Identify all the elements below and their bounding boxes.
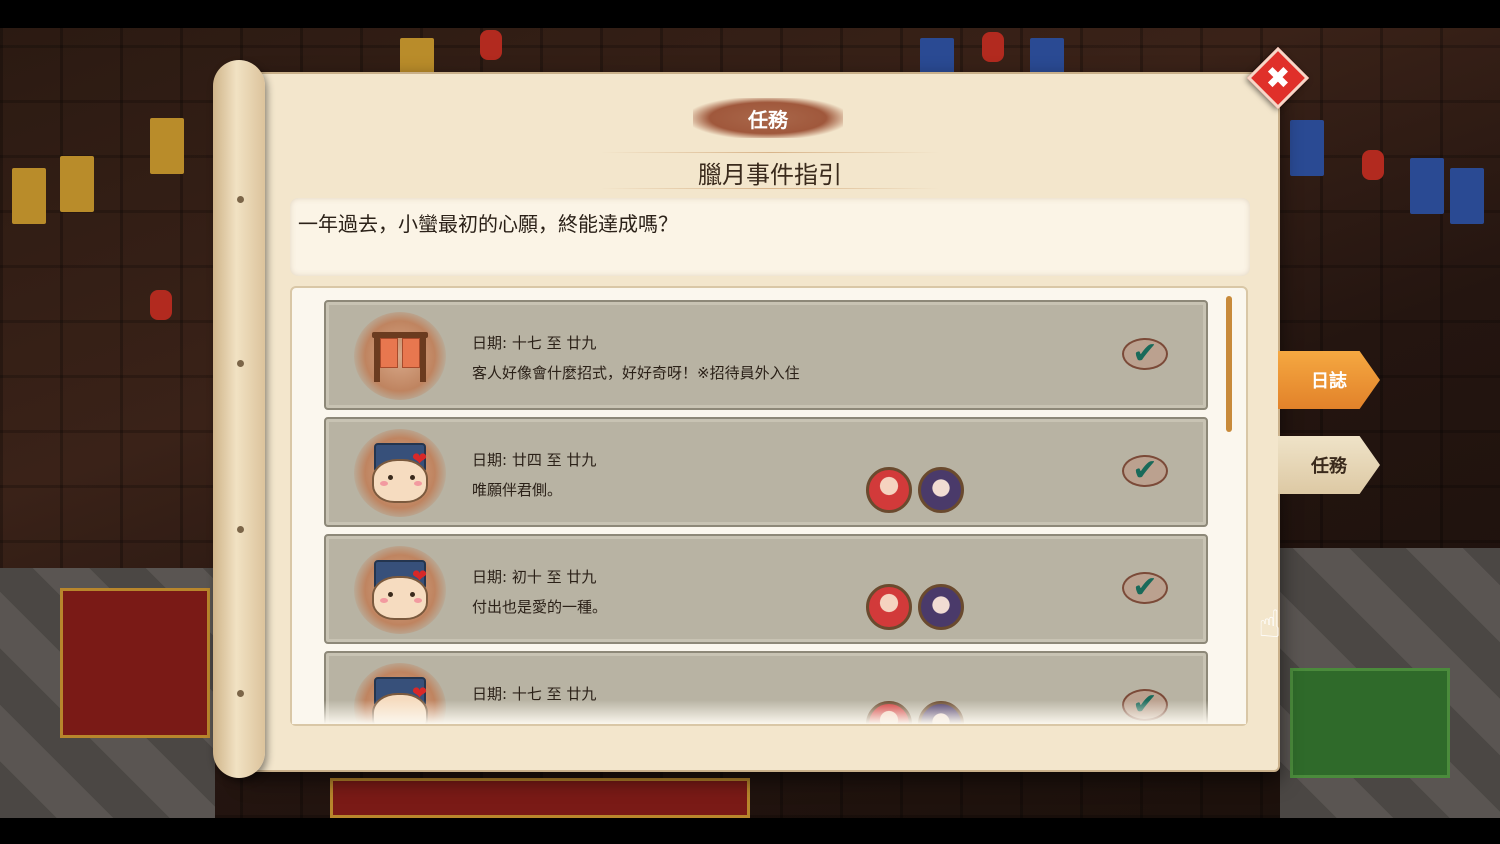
description-box: 一年過去，小蠻最初的心願，終能達成嗎？ bbox=[290, 198, 1250, 276]
task-description: 客人好像會什麼招式，好好奇呀！※招待員外入住 bbox=[472, 364, 800, 382]
task-card[interactable]: ❤ 日期: 廿四 至 廿九 唯願伴君側。 ✔ bbox=[324, 417, 1208, 527]
tab-journal[interactable]: 日誌 bbox=[1278, 351, 1380, 409]
roll-pin bbox=[237, 360, 244, 367]
close-icon: ✖ bbox=[1265, 60, 1291, 96]
roll-pin bbox=[237, 196, 244, 203]
blue-banner bbox=[1290, 120, 1324, 176]
task-card[interactable]: ❤ 日期: 初十 至 廿九 付出也是愛的一種。 ✔ bbox=[324, 534, 1208, 644]
letterbox-top bbox=[0, 0, 1500, 28]
hand-cursor-icon: ☝ bbox=[1258, 602, 1282, 646]
roll-pin bbox=[237, 690, 244, 697]
subtitle-divider bbox=[600, 188, 940, 189]
curtain-icon bbox=[354, 312, 446, 400]
panel-header: 任務 bbox=[693, 98, 843, 138]
task-card[interactable]: 日期: 十七 至 廿九 客人好像會什麼招式，好好奇呀！※招待員外入住 ✔ bbox=[324, 300, 1208, 410]
task-description: 付出也是愛的一種。 bbox=[472, 598, 608, 616]
red-hair-girl-avatar bbox=[866, 584, 912, 630]
red-lantern bbox=[480, 30, 502, 60]
scroll-roll bbox=[213, 60, 265, 778]
letterbox-bottom bbox=[0, 818, 1500, 844]
checkmark-icon: ✔ bbox=[1122, 338, 1168, 370]
red-lantern bbox=[150, 290, 172, 320]
blue-banner bbox=[1450, 168, 1484, 224]
green-carpet bbox=[1290, 668, 1450, 778]
tab-quests[interactable]: 任務 bbox=[1278, 436, 1380, 494]
list-scrollbar[interactable] bbox=[1226, 296, 1232, 432]
checkmark-icon: ✔ bbox=[1122, 455, 1168, 487]
red-carpet bbox=[60, 588, 210, 738]
task-date: 日期: 十七 至 廿九 bbox=[472, 334, 597, 352]
red-hair-girl-avatar bbox=[866, 467, 912, 513]
red-lantern bbox=[982, 32, 1004, 62]
yellow-banner bbox=[12, 168, 46, 224]
bun-hat-heart-icon: ❤ bbox=[354, 546, 446, 634]
event-subtitle: 臘月事件指引 bbox=[698, 161, 842, 189]
list-fade bbox=[292, 700, 1246, 724]
yellow-banner bbox=[150, 118, 184, 174]
task-description: 唯願伴君側。 bbox=[472, 481, 563, 499]
blue-banner bbox=[1410, 158, 1444, 214]
description-text: 一年過去，小蠻最初的心願，終能達成嗎？ bbox=[298, 212, 678, 236]
red-carpet bbox=[330, 778, 750, 818]
red-lantern bbox=[1362, 150, 1384, 180]
task-date: 日期: 廿四 至 廿九 bbox=[472, 451, 597, 469]
subtitle-divider bbox=[600, 152, 940, 153]
roll-pin bbox=[237, 526, 244, 533]
yellow-banner bbox=[60, 156, 94, 212]
purple-hair-girl-avatar bbox=[918, 584, 964, 630]
task-list[interactable]: 日期: 十七 至 廿九 客人好像會什麼招式，好好奇呀！※招待員外入住 ✔ ❤ 日… bbox=[290, 286, 1248, 726]
task-date: 日期: 初十 至 廿九 bbox=[472, 568, 597, 586]
bun-hat-heart-icon: ❤ bbox=[354, 429, 446, 517]
checkmark-icon: ✔ bbox=[1122, 572, 1168, 604]
purple-hair-girl-avatar bbox=[918, 467, 964, 513]
